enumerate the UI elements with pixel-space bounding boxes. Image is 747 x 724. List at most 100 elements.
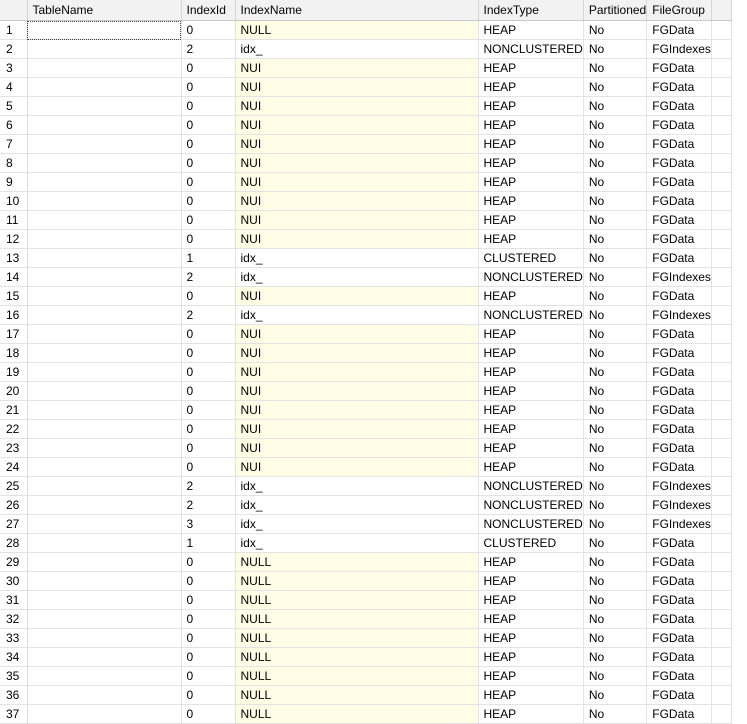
column-header-partitioned[interactable]: Partitioned [583,0,648,21]
table-row[interactable]: 32 0 NULL HEAP No FGData [0,609,732,629]
cell-indexid[interactable]: 3 [181,514,236,534]
row-number-cell[interactable]: 2 [0,39,28,59]
cell-indextype[interactable]: CLUSTERED [478,248,584,268]
cell-indextype[interactable]: HEAP [478,172,584,192]
cell-indextype[interactable]: HEAP [478,628,584,648]
table-row[interactable]: 30 0 NULL HEAP No FGData [0,571,732,591]
cell-filegroup[interactable]: FGData [646,248,712,268]
cell-partitioned[interactable]: No [583,609,648,629]
cell-filegroup[interactable]: FGIndexes [646,39,712,59]
cell-partitioned[interactable]: No [583,362,648,382]
table-row[interactable]: 26 2 idx_ NONCLUSTERED No FGIndexes [0,495,732,515]
cell-indexid[interactable]: 0 [181,172,236,192]
cell-partitioned[interactable]: No [583,476,648,496]
row-number-cell[interactable]: 26 [0,495,28,515]
row-number-cell[interactable]: 5 [0,96,28,116]
cell-indexname[interactable]: idx_ [235,248,479,268]
table-row[interactable]: 4 0 NUI HEAP No FGData [0,77,732,97]
row-number-cell[interactable]: 27 [0,514,28,534]
cell-indexname[interactable]: NUI [235,362,479,382]
column-header-tablename[interactable]: TableName [27,0,182,21]
cell-indexid[interactable]: 0 [181,438,236,458]
cell-partitioned[interactable]: No [583,514,648,534]
cell-tablename[interactable] [27,476,182,496]
cell-tablename[interactable] [27,552,182,572]
cell-filegroup[interactable]: FGData [646,362,712,382]
cell-indexid[interactable]: 0 [181,666,236,686]
cell-tablename[interactable] [27,39,182,59]
cell-indexname[interactable]: idx_ [235,476,479,496]
cell-partitioned[interactable]: No [583,552,648,572]
table-row[interactable]: 13 1 idx_ CLUSTERED No FGData [0,248,732,268]
cell-indexname[interactable]: NUI [235,286,479,306]
cell-indexid[interactable]: 0 [181,153,236,173]
cell-indexname[interactable]: NUI [235,96,479,116]
cell-indexname[interactable]: NUI [235,77,479,97]
cell-tablename[interactable] [27,58,182,78]
cell-indexname[interactable]: NUI [235,400,479,420]
cell-partitioned[interactable]: No [583,305,648,325]
cell-indexname[interactable]: NULL [235,571,479,591]
cell-indexname[interactable]: NUI [235,191,479,211]
table-row[interactable]: 35 0 NULL HEAP No FGData [0,666,732,686]
cell-tablename[interactable] [27,457,182,477]
cell-tablename[interactable] [27,381,182,401]
row-number-cell[interactable]: 13 [0,248,28,268]
cell-tablename[interactable] [27,704,182,724]
row-number-cell[interactable]: 24 [0,457,28,477]
table-row[interactable]: 6 0 NUI HEAP No FGData [0,115,732,135]
cell-filegroup[interactable]: FGData [646,628,712,648]
cell-indexname[interactable]: NULL [235,609,479,629]
cell-tablename[interactable] [27,191,182,211]
cell-indextype[interactable]: NONCLUSTERED [478,476,584,496]
cell-filegroup[interactable]: FGData [646,590,712,610]
cell-indexid[interactable]: 0 [181,343,236,363]
cell-partitioned[interactable]: No [583,533,648,553]
table-row[interactable]: 31 0 NULL HEAP No FGData [0,590,732,610]
cell-indextype[interactable]: HEAP [478,400,584,420]
cell-partitioned[interactable]: No [583,96,648,116]
cell-indextype[interactable]: HEAP [478,590,584,610]
column-header-indextype[interactable]: IndexType [478,0,584,21]
cell-tablename[interactable] [27,343,182,363]
row-number-cell[interactable]: 8 [0,153,28,173]
cell-indexname[interactable]: idx_ [235,533,479,553]
table-row[interactable]: 14 2 idx_ NONCLUSTERED No FGIndexes [0,267,732,287]
cell-filegroup[interactable]: FGIndexes [646,495,712,515]
cell-filegroup[interactable]: FGData [646,58,712,78]
table-row[interactable]: 12 0 NUI HEAP No FGData [0,229,732,249]
cell-filegroup[interactable]: FGIndexes [646,305,712,325]
column-header-filegroup[interactable]: FileGroup [646,0,712,21]
table-row[interactable]: 19 0 NUI HEAP No FGData [0,362,732,382]
cell-tablename[interactable] [27,628,182,648]
cell-indexid[interactable]: 0 [181,191,236,211]
cell-indextype[interactable]: HEAP [478,324,584,344]
row-number-cell[interactable]: 3 [0,58,28,78]
cell-filegroup[interactable]: FGData [646,191,712,211]
row-number-cell[interactable]: 30 [0,571,28,591]
cell-tablename[interactable] [27,495,182,515]
cell-indexname[interactable]: NUI [235,153,479,173]
cell-indexname[interactable]: NULL [235,685,479,705]
cell-indexid[interactable]: 0 [181,362,236,382]
cell-tablename[interactable] [27,115,182,135]
row-number-cell[interactable]: 20 [0,381,28,401]
table-row[interactable]: 23 0 NUI HEAP No FGData [0,438,732,458]
table-row[interactable]: 16 2 idx_ NONCLUSTERED No FGIndexes [0,305,732,325]
cell-indextype[interactable]: HEAP [478,153,584,173]
cell-indextype[interactable]: HEAP [478,381,584,401]
cell-indexid[interactable]: 2 [181,267,236,287]
cell-partitioned[interactable]: No [583,647,648,667]
cell-partitioned[interactable]: No [583,343,648,363]
cell-partitioned[interactable]: No [583,39,648,59]
cell-filegroup[interactable]: FGData [646,77,712,97]
cell-filegroup[interactable]: FGData [646,381,712,401]
table-row[interactable]: 2 2 idx_ NONCLUSTERED No FGIndexes [0,39,732,59]
cell-indexname[interactable]: NUI [235,229,479,249]
cell-indextype[interactable]: HEAP [478,77,584,97]
table-row[interactable]: 21 0 NUI HEAP No FGData [0,400,732,420]
table-row[interactable]: 1 0 NULL HEAP No FGData [0,20,732,40]
cell-indexid[interactable]: 0 [181,286,236,306]
cell-filegroup[interactable]: FGData [646,115,712,135]
cell-tablename[interactable] [27,419,182,439]
